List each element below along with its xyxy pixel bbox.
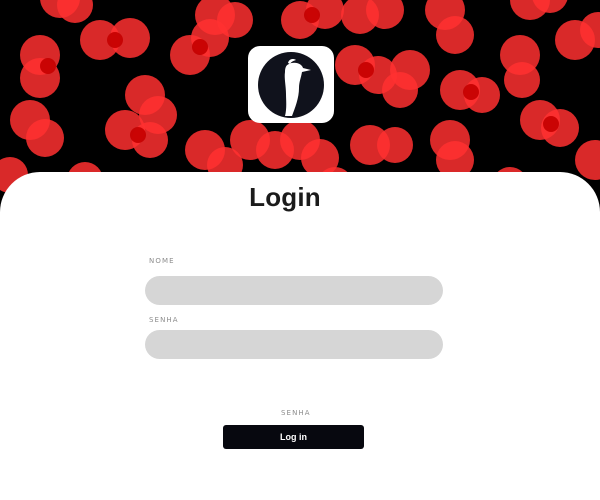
helper-label: SENHA — [281, 409, 311, 417]
hero-pattern-header — [0, 0, 600, 200]
login-button[interactable]: Log in — [223, 425, 364, 449]
password-input[interactable] — [145, 330, 443, 359]
page-title: Login — [249, 182, 321, 212]
password-field-label: SENHA — [149, 316, 179, 324]
woodpecker-icon — [258, 51, 324, 118]
name-field-label: NOME — [149, 257, 175, 265]
app-logo — [248, 46, 334, 123]
name-input[interactable] — [145, 276, 443, 305]
